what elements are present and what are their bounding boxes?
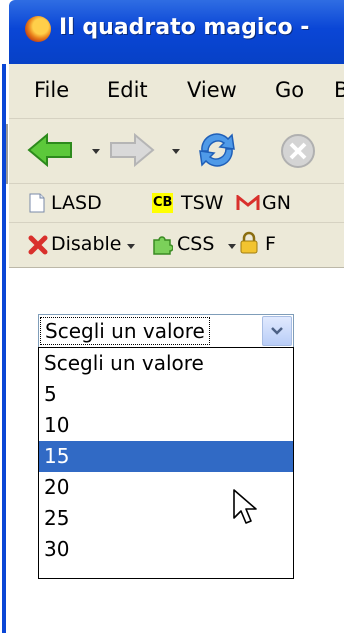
window-title: Il quadrato magico - [59, 15, 310, 40]
window-left-border [0, 64, 9, 633]
back-history-dropdown-icon[interactable] [92, 149, 100, 154]
reload-icon[interactable] [194, 129, 240, 171]
menu-edit[interactable]: Edit [107, 78, 148, 102]
navigation-toolbar [9, 119, 344, 184]
option-10[interactable]: 10 [39, 410, 293, 441]
menu-go[interactable]: Go [275, 78, 304, 102]
browser-chrome: File Edit View Go B LASD CB TSW GN Disab… [9, 64, 344, 268]
bookmark-tsw[interactable]: TSW [181, 192, 223, 214]
select-current-value: Scegli un valore [40, 317, 210, 345]
value-select[interactable]: Scegli un valore [38, 314, 294, 348]
bookmarks-toolbar: LASD CB TSW GN [9, 184, 344, 223]
option-scegli[interactable]: Scegli un valore [39, 348, 293, 379]
lock-icon [240, 231, 258, 254]
option-15[interactable]: 15 [39, 441, 293, 472]
menu-bar: File Edit View Go B [9, 64, 344, 119]
bookmark-gmail[interactable]: GN [262, 192, 291, 214]
gmail-icon [236, 195, 260, 210]
menu-file[interactable]: File [34, 78, 69, 102]
select-options-list: Scegli un valore 5 10 15 20 25 30 [38, 347, 294, 579]
css-menu[interactable]: CSS [177, 233, 214, 255]
css-dropdown-icon[interactable] [228, 244, 236, 249]
firefox-icon [25, 16, 51, 42]
page-content: Scegli un valore Scegli un valore 5 10 1… [9, 290, 344, 633]
forward-history-dropdown-icon[interactable] [172, 149, 180, 154]
css-puzzle-icon [153, 236, 173, 255]
select-dropdown-button[interactable] [262, 316, 292, 346]
forward-arrow-icon[interactable] [109, 133, 155, 167]
bookmark-lasd[interactable]: LASD [51, 192, 102, 214]
menu-view[interactable]: View [187, 78, 237, 102]
disable-menu[interactable]: Disable [51, 233, 121, 255]
stop-icon[interactable] [280, 133, 316, 169]
disable-dropdown-icon[interactable] [127, 244, 135, 249]
option-5[interactable]: 5 [39, 379, 293, 410]
back-arrow-icon[interactable] [27, 133, 73, 167]
menu-bookmarks[interactable]: B [334, 78, 344, 102]
bookmark-cb[interactable]: CB [152, 193, 174, 213]
disable-x-icon [28, 235, 48, 255]
option-30[interactable]: 30 [39, 534, 293, 565]
web-developer-toolbar: Disable CSS F [9, 223, 344, 268]
window-titlebar[interactable]: Il quadrato magico - [9, 0, 344, 64]
mouse-pointer-icon [233, 489, 257, 524]
chevron-down-icon [271, 327, 283, 335]
page-icon [29, 193, 45, 213]
forms-menu[interactable]: F [265, 233, 276, 255]
